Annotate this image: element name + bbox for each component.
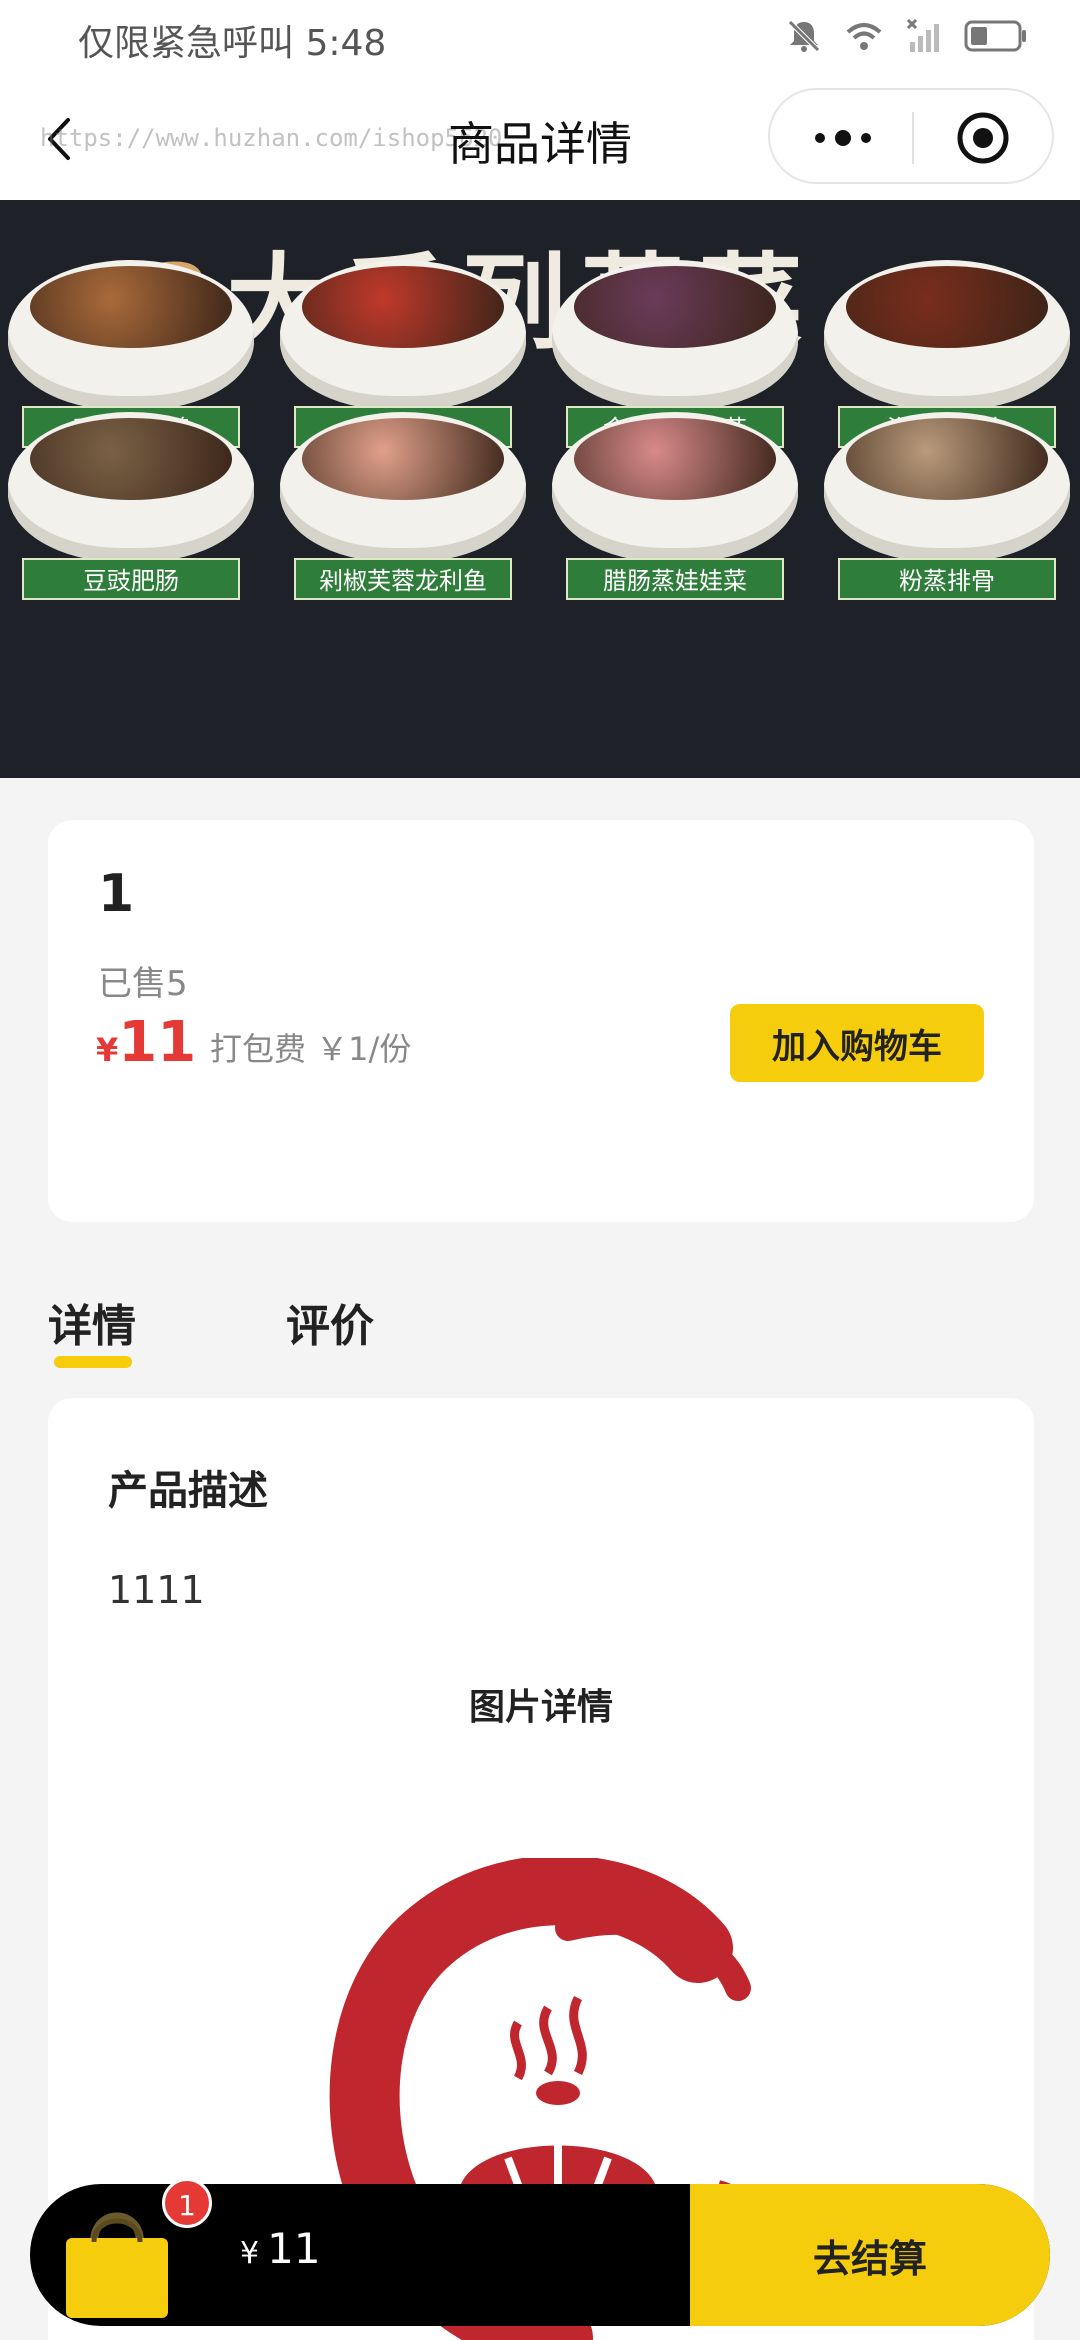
description-text: 1111 [108,1568,205,1612]
more-icon[interactable] [808,112,878,164]
dish-food [302,418,504,500]
product-info-card: 1 已售5 ¥11 打包费 ￥1/份 加入购物车 [48,820,1034,1222]
dish-food [30,418,232,500]
dish-food [846,418,1048,500]
battery-icon [964,20,1026,52]
price-value: 11 [118,1010,197,1075]
mini-program-capsule [768,88,1054,184]
add-to-cart-button[interactable]: 加入购物车 [730,1004,984,1082]
image-details-heading: 图片详情 [468,1687,613,1728]
target-icon[interactable] [955,110,1011,166]
dish-food [846,266,1048,348]
dish-food [302,266,504,348]
tab-reviews[interactable]: 评价 [286,1290,374,1354]
banner-dish: 粉蒸排骨 [816,394,1078,606]
description-heading: 产品描述 [108,1468,268,1514]
status-time: 5:48 [305,23,387,64]
capsule-divider [912,112,914,164]
cart-total: ¥11 [240,2224,321,2273]
sold-count: 已售5 [98,964,188,1004]
product-banner[interactable]: 3大系列蒸菜 香菇蒸滑鸡腊味合蒸金银蒜蒸靓茄泡椒蒸牛肉豆豉肥肠剁椒芙蓉龙利鱼腊肠… [0,200,1080,778]
price-currency: ¥ [96,1031,119,1069]
cart-total-value: 11 [267,2224,321,2273]
bell-muted-icon [788,20,820,52]
product-name: 1 [98,864,135,924]
status-carrier-text: 仅限紧急呼叫 [78,23,295,64]
banner-dish: 剁椒芙蓉龙利鱼 [272,394,534,606]
dish-label: 剁椒芙蓉龙利鱼 [294,558,512,600]
cart-count-badge: 1 [162,2178,212,2228]
tab-active-indicator [54,1356,132,1368]
packing-fee: 打包费 ￥1/份 [210,1030,412,1068]
banner-dish: 腊肠蒸娃娃菜 [544,394,806,606]
dish-food [30,266,232,348]
shopping-bag-icon[interactable] [52,2198,182,2322]
cart-total-currency: ¥ [240,2236,260,2271]
checkout-button[interactable]: 去结算 [690,2184,1050,2326]
wifi-icon [846,23,882,50]
status-icons [784,16,1028,56]
dish-label: 腊肠蒸娃娃菜 [566,558,784,600]
dish-label: 豆豉肥肠 [22,558,240,600]
tab-details[interactable]: 详情 [48,1290,136,1354]
dish-food [574,266,776,348]
product-price: ¥11 [96,1010,196,1075]
status-bar: 仅限紧急呼叫 5:48 [0,0,1080,74]
dish-food [574,418,776,500]
dish-label: 粉蒸排骨 [838,558,1056,600]
signal-off-icon [906,18,939,52]
nav-bar: https://www.huzhan.com/ishop5620 商品详情 [0,74,1080,200]
status-carrier: 仅限紧急呼叫 5:48 [78,14,386,66]
banner-dish: 豆豉肥肠 [0,394,262,606]
